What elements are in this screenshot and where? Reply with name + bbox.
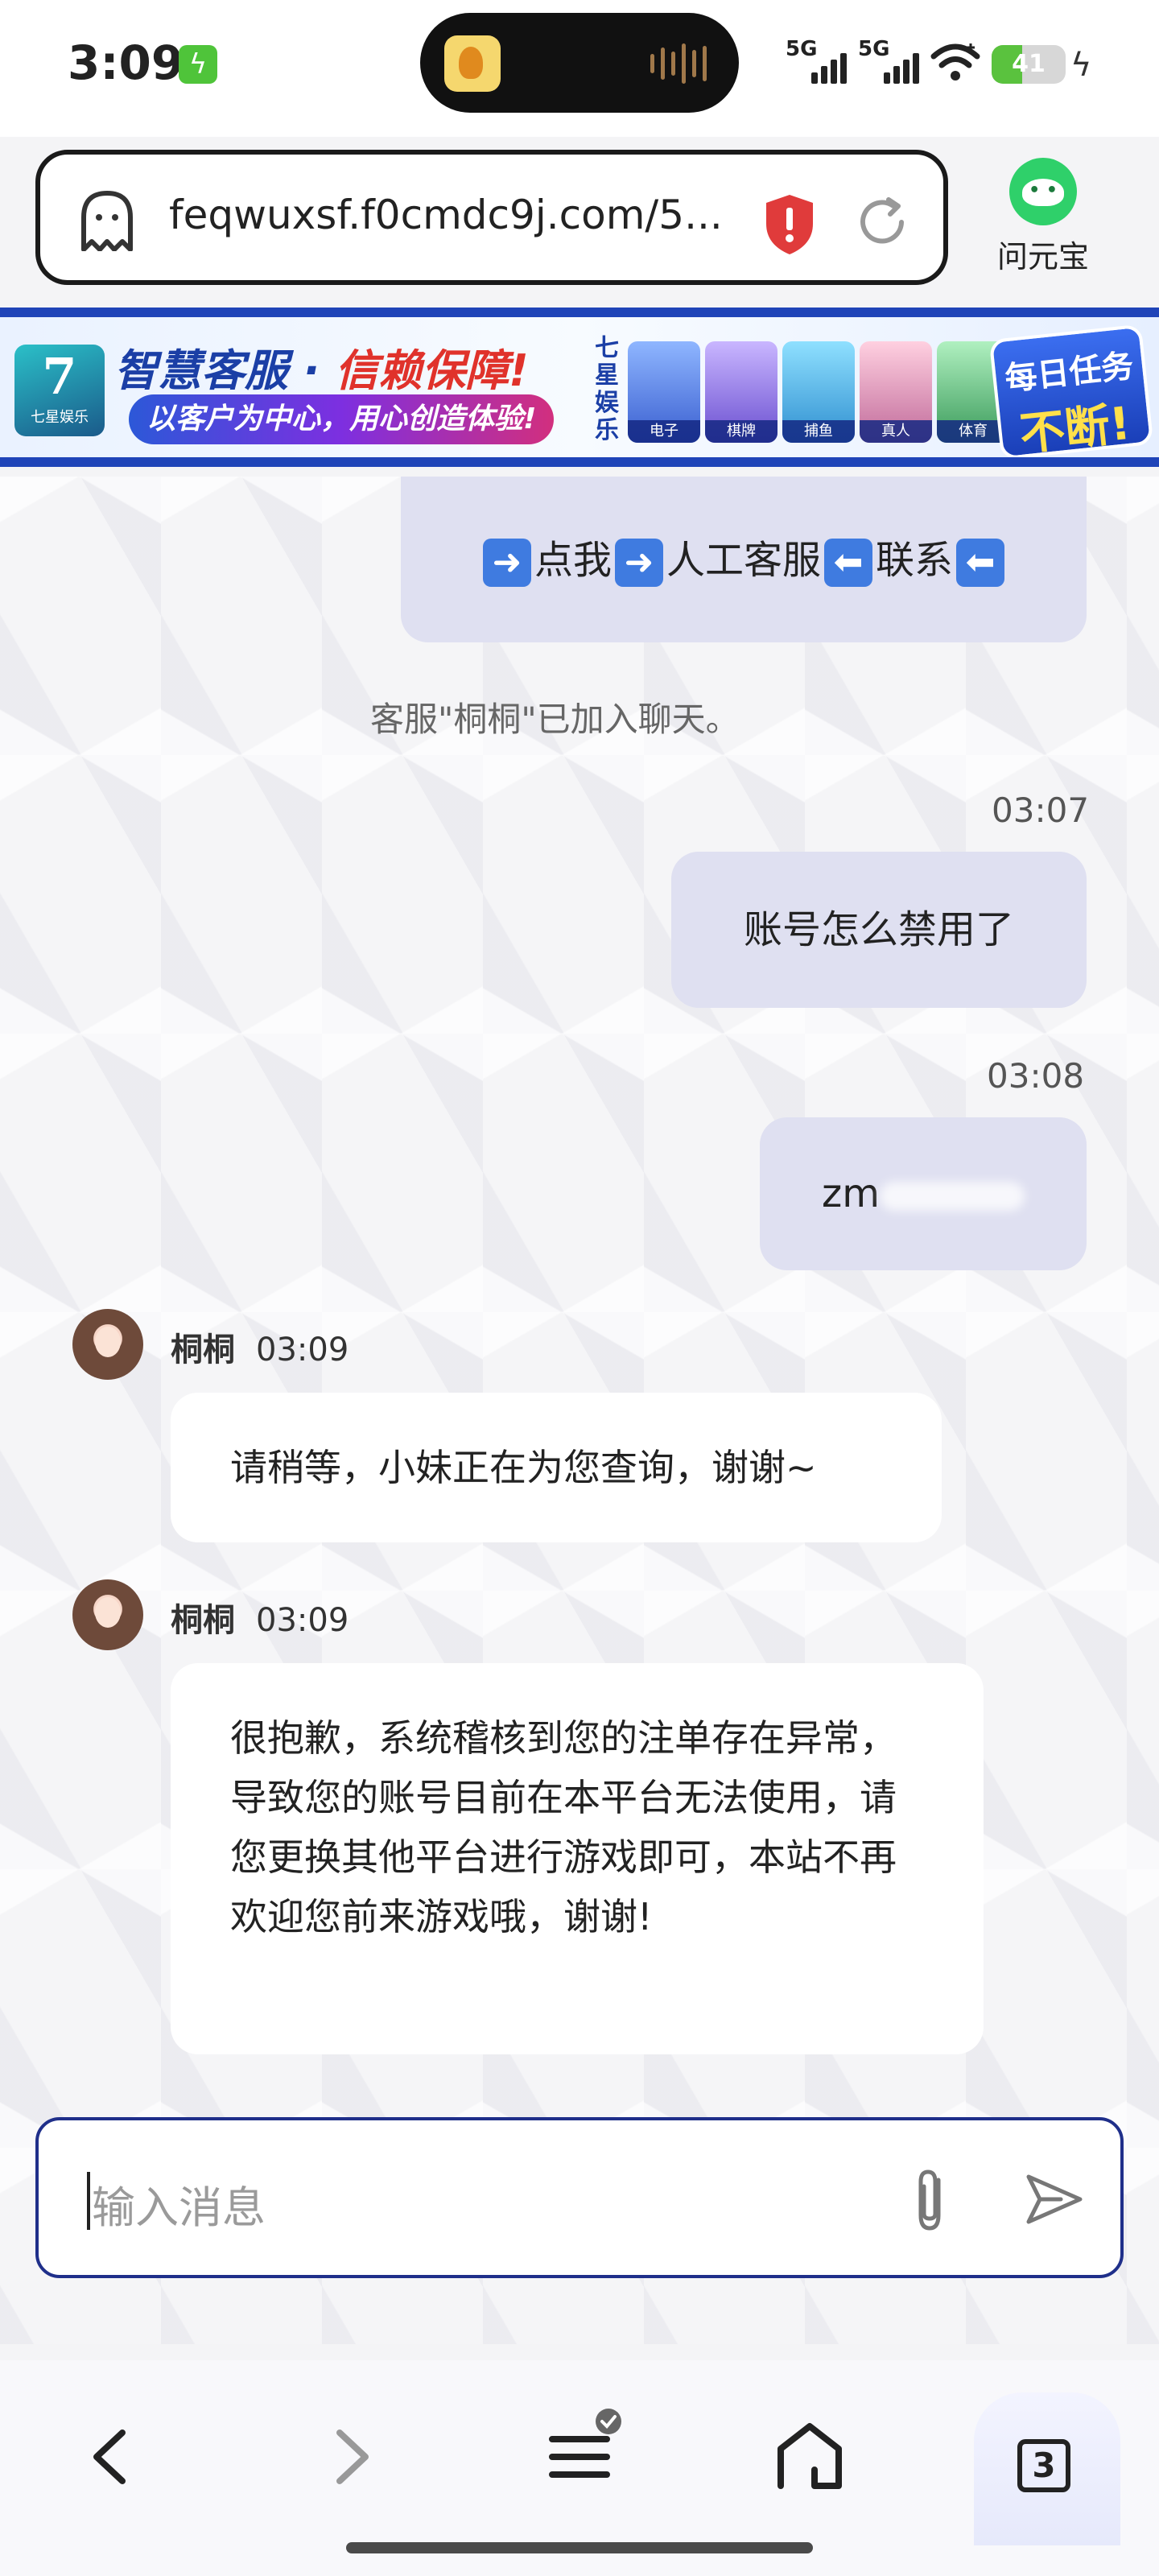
url-text[interactable]: feqwuxsf.f0cmdc9j.com/5... <box>169 192 723 238</box>
assistant-logo-icon <box>1009 158 1077 225</box>
redacted-blur <box>879 1182 1025 1211</box>
app-icon <box>444 35 501 92</box>
prompt-text-2: 人工客服 <box>666 538 821 583</box>
banner-subtitle: 以客户为中心，用心创造体验! <box>129 394 555 444</box>
send-icon[interactable] <box>1022 2167 1087 2231</box>
game-card-fishing: 捕鱼 <box>782 341 855 443</box>
wifi-icon <box>930 43 980 80</box>
arrow-right-icon: ➜ <box>614 539 663 587</box>
banner-title-part2: 信赖保障! <box>335 345 529 396</box>
arrow-left-icon: ⬅ <box>824 539 872 587</box>
message-input[interactable]: 输入消息 <box>35 2117 1124 2278</box>
reload-icon[interactable] <box>853 193 911 251</box>
message-sender: 桐桐 03:09 <box>171 1594 349 1641</box>
address-bar[interactable]: feqwuxsf.f0cmdc9j.com/5... <box>35 150 948 285</box>
game-card-slots: 电子 <box>628 341 700 443</box>
sender-name: 桐桐 <box>171 1602 235 1639</box>
arrow-left-icon: ⬅ <box>956 539 1005 587</box>
status-time: 3:09 <box>68 35 184 90</box>
game-card-label: 电子 <box>628 420 700 443</box>
dynamic-island[interactable] <box>420 13 739 113</box>
menu-icon[interactable] <box>531 2409 628 2505</box>
game-card-cards: 棋牌 <box>705 341 777 443</box>
agent-avatar[interactable] <box>72 1309 143 1380</box>
assistant-label: 问元宝 <box>996 239 1089 275</box>
signal-icon: 5G <box>786 37 847 84</box>
banner-title: 智慧客服 · 信赖保障! <box>114 335 529 398</box>
message-timestamp: 03:09 <box>256 1602 349 1639</box>
agent-message-bubble: 请稍等，小妹正在为您查询，谢谢~ <box>171 1393 942 1542</box>
status-bar: 3:09 ϟ 5G 5G 41 ϟ <box>0 0 1159 137</box>
message-text: 很抱歉，系统稽核到您的注单存在异常，导致您的账号目前在本平台无法使用，请您更换其… <box>230 1716 897 1938</box>
message-text: 账号怎么禁用了 <box>743 907 1014 952</box>
chat-area[interactable]: ➜ 点我 ➜ 人工客服 ⬅ 联系 ⬅ 客服"桐桐"已加入聊天。 03:07 账号怎么禁用了 … <box>0 477 1159 2344</box>
ghost-icon[interactable] <box>77 188 137 251</box>
agent-avatar[interactable] <box>72 1579 143 1650</box>
user-message-bubble: 账号怎么禁用了 <box>671 852 1087 1008</box>
battery-percent: 41 <box>1012 50 1046 78</box>
forward-icon[interactable] <box>301 2409 398 2505</box>
charge-icon: ϟ <box>179 45 217 84</box>
message-sender: 桐桐 03:09 <box>171 1323 349 1370</box>
home-icon[interactable] <box>761 2409 858 2505</box>
service-prompt-bubble[interactable]: ➜ 点我 ➜ 人工客服 ⬅ 联系 ⬅ <box>401 477 1087 642</box>
agent-message-bubble: 很抱歉，系统稽核到您的注单存在异常，导致您的账号目前在本平台无法使用，请您更换其… <box>171 1663 984 2054</box>
game-card-label: 捕鱼 <box>782 420 855 443</box>
game-card-live: 真人 <box>860 341 932 443</box>
message-timestamp: 03:07 <box>992 791 1090 830</box>
banner-title-part1: 智慧客服 <box>114 345 288 396</box>
banner-title-sep: · <box>288 345 336 396</box>
message-text: 请稍等，小妹正在为您查询，谢谢~ <box>230 1446 817 1489</box>
game-category-cards: 电子 棋牌 捕鱼 真人 体育 <box>628 341 1009 443</box>
message-text: zm <box>822 1171 880 1216</box>
signal-icon: 5G <box>858 37 919 84</box>
banner-logo-letter: 7 <box>42 347 77 406</box>
tabs-icon[interactable]: 3 <box>1017 2439 1070 2492</box>
battery-indicator: 41 <box>992 45 1066 84</box>
banner-logo-text: 七星娱乐 <box>31 409 89 426</box>
promo-banner[interactable]: 7 七星娱乐 智慧客服 · 信赖保障! 以客户为中心，用心创造体验! 七星娱乐 … <box>0 308 1159 467</box>
message-timestamp: 03:08 <box>987 1056 1085 1096</box>
message-timestamp: 03:09 <box>256 1331 349 1368</box>
banner-logo: 7 七星娱乐 <box>14 345 105 436</box>
prompt-text-3: 联系 <box>876 538 954 583</box>
home-indicator <box>346 2542 813 2553</box>
shield-warning-icon[interactable] <box>761 192 818 256</box>
sender-name: 桐桐 <box>171 1331 235 1368</box>
game-card-label: 棋牌 <box>705 420 777 443</box>
system-message: 客服"桐桐"已加入聊天。 <box>370 700 740 739</box>
assistant-button[interactable]: 问元宝 <box>979 158 1107 287</box>
arrow-right-icon: ➜ <box>482 539 531 587</box>
game-card-label: 真人 <box>860 420 932 443</box>
attach-icon[interactable] <box>901 2164 958 2236</box>
prompt-text-1: 点我 <box>534 538 612 583</box>
audio-wave-icon <box>650 43 707 84</box>
status-icons: 5G 5G 41 ϟ <box>786 37 1092 84</box>
banner-vertical-text: 七星娱乐 <box>595 334 619 444</box>
user-message-bubble: zm <box>760 1117 1087 1270</box>
banner-badge: 每日任务 不断! <box>988 324 1154 457</box>
input-placeholder: 输入消息 <box>92 2182 266 2233</box>
text-caret <box>87 2172 90 2230</box>
charging-bolt-icon: ϟ <box>1070 47 1092 84</box>
back-icon[interactable] <box>64 2409 161 2505</box>
